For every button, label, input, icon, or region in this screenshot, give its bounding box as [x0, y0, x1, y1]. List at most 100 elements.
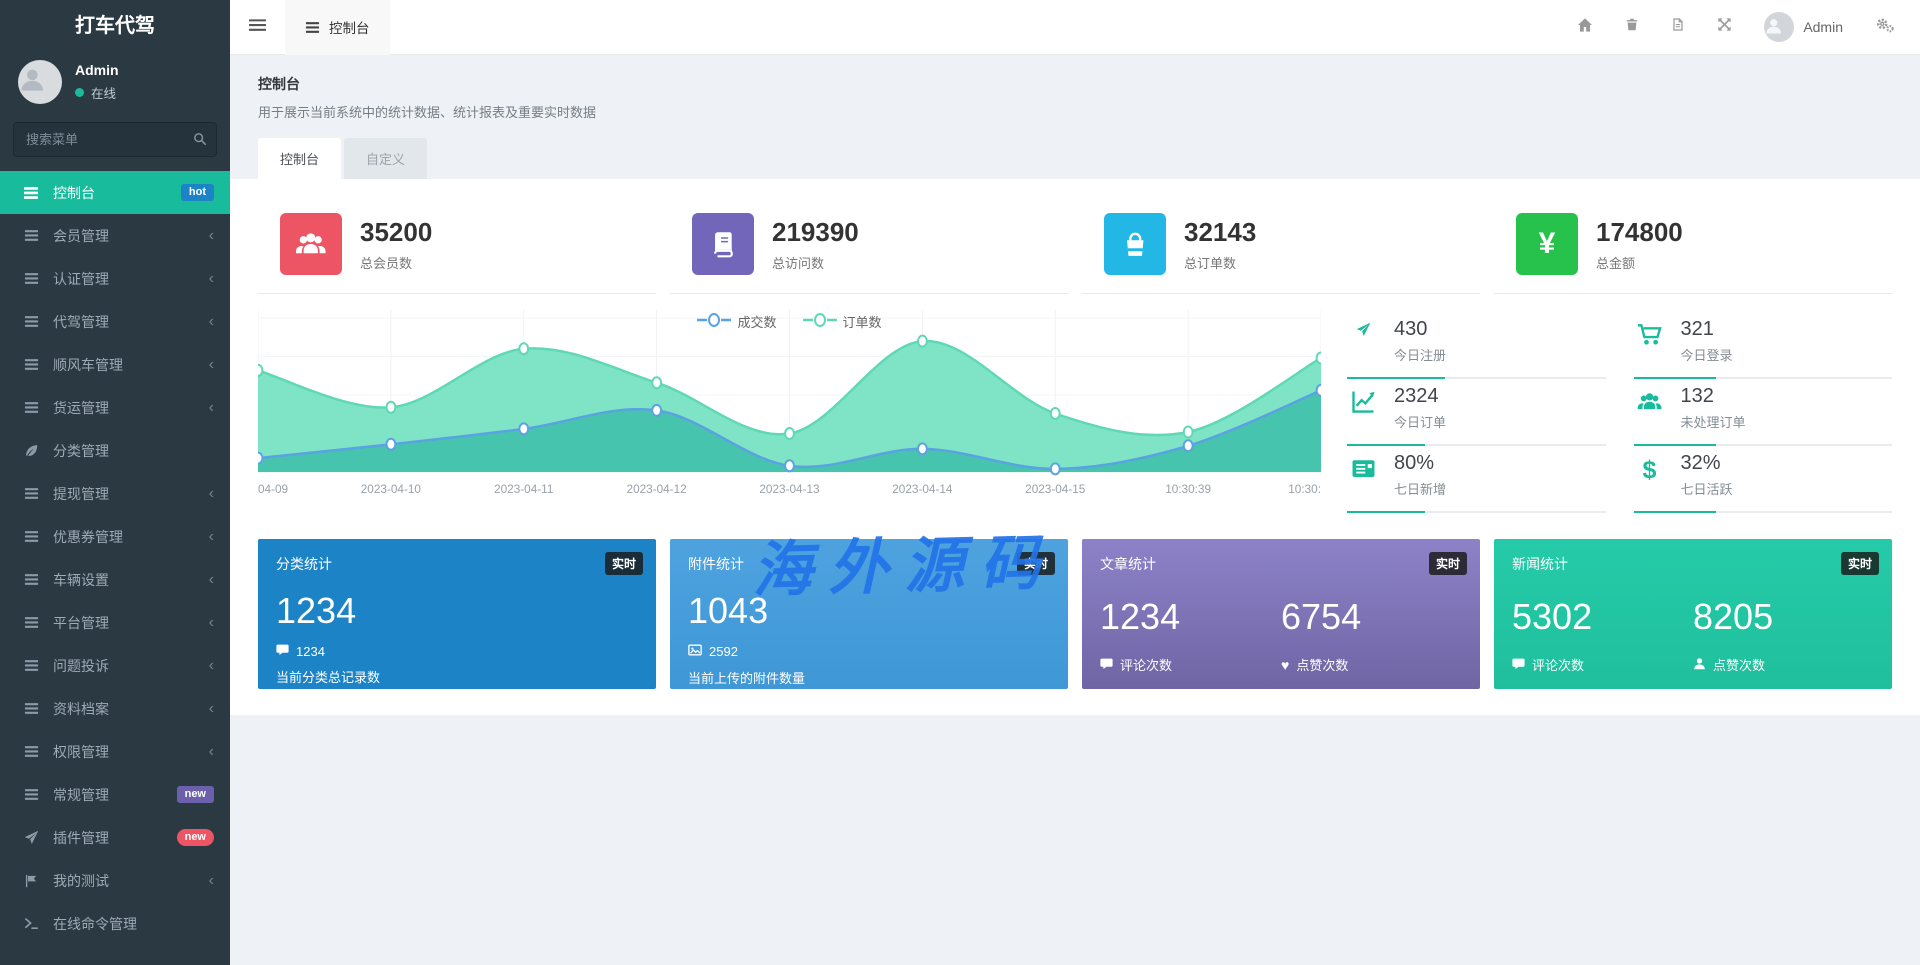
sidebar-toggle-button[interactable]: [230, 18, 285, 37]
mini-stat: 2324今日订单: [1347, 379, 1606, 446]
navbar-user-menu[interactable]: Admin: [1764, 12, 1843, 42]
realtime-badge: 实时: [1017, 552, 1055, 575]
sidebar-item[interactable]: 车辆设置‹: [0, 558, 230, 601]
sidebar: 打车代驾 Admin 在线 控制台hot会员管理‹认证管理‹代驾管理‹顺风车管理…: [0, 0, 230, 965]
stat-cards-row: 35200总会员数219390总访问数32143总订单数¥174800总金额: [244, 201, 1906, 294]
sidebar-item[interactable]: 常规管理new: [0, 773, 230, 816]
dashboard-panel: 35200总会员数219390总访问数32143总订单数¥174800总金额 成…: [230, 179, 1920, 715]
rocket-icon: [22, 830, 40, 845]
sidebar-item[interactable]: 会员管理 ‹: [0, 214, 230, 257]
chevron-left-icon: ‹: [209, 658, 214, 674]
clear-cache-icon[interactable]: [1671, 17, 1685, 37]
chevron-left-icon: ‹: [209, 357, 214, 373]
sidebar-item[interactable]: 平台管理‹: [0, 601, 230, 644]
menu-badge: new: [177, 829, 214, 846]
sidebar-item-label: 顺风车管理: [53, 355, 123, 375]
user-profile[interactable]: Admin 在线: [0, 52, 230, 118]
sidebar-item[interactable]: 提现管理‹: [0, 472, 230, 515]
legend-item[interactable]: 成交数: [697, 312, 776, 331]
sidebar-item[interactable]: 控制台hot: [0, 171, 230, 214]
sidebar-item-label: 会员管理: [53, 226, 109, 246]
sidebar-item[interactable]: 优惠券管理‹: [0, 515, 230, 558]
mini-stat: 132未处理订单: [1634, 379, 1893, 446]
search-input[interactable]: [13, 122, 217, 157]
card-title: 分类统计: [276, 554, 638, 574]
chart-line-icon: [1347, 385, 1379, 414]
list-icon: [22, 228, 40, 243]
article-stats-card: 文章统计 实时 1234 评论次数 6754 ♥点赞次数: [1082, 539, 1480, 689]
legend-marker-icon: [697, 313, 731, 330]
dollar-icon: $: [1634, 452, 1666, 485]
content-tabs: 控制台 自定义: [258, 138, 1892, 179]
sidebar-item-label: 提现管理: [53, 484, 109, 504]
trash-icon[interactable]: [1625, 17, 1639, 37]
sidebar-item[interactable]: 权限管理‹: [0, 730, 230, 773]
card-value: 1234: [276, 590, 638, 632]
list-icon: [305, 20, 320, 35]
sidebar-item[interactable]: 资料档案‹: [0, 687, 230, 730]
sidebar-item[interactable]: 我的测试‹: [0, 859, 230, 902]
mini-stat: 80%七日新增: [1347, 446, 1606, 513]
card-caption: 当前上传的附件数量: [688, 668, 1050, 687]
tab-custom[interactable]: 自定义: [344, 138, 427, 179]
navbar-tab-console[interactable]: 控制台: [285, 0, 390, 55]
sidebar-item-label: 优惠券管理: [53, 527, 123, 547]
sidebar-item[interactable]: 在线命令管理: [0, 902, 230, 945]
sidebar-item-label: 认证管理: [53, 269, 109, 289]
image-icon: [688, 643, 702, 660]
mini-stat-value: 321: [1681, 318, 1733, 341]
sidebar-item-label: 权限管理: [53, 742, 109, 762]
settings-gears-icon[interactable]: [1875, 17, 1894, 38]
mini-stat-progress: [1634, 377, 1893, 379]
newspaper-icon: [1347, 452, 1379, 481]
sidebar-item[interactable]: 顺风车管理 ‹: [0, 343, 230, 386]
sidebar-item[interactable]: 代驾管理‹: [0, 300, 230, 343]
sidebar-item[interactable]: 货运管理‹: [0, 386, 230, 429]
comment-count: 1234: [1100, 596, 1281, 638]
list-icon: [22, 400, 40, 415]
list-icon: [22, 572, 40, 587]
home-icon[interactable]: [1577, 17, 1593, 38]
page-header: 控制台 用于展示当前系统中的统计数据、统计报表及重要实时数据 控制台 自定义: [230, 55, 1920, 179]
stat-value: 219390: [772, 217, 859, 248]
chevron-left-icon: ‹: [209, 314, 214, 330]
mini-stat-value: 32%: [1681, 452, 1733, 475]
sidebar-item[interactable]: 分类管理: [0, 429, 230, 472]
sidebar-item-label: 平台管理: [53, 613, 109, 633]
attachment-stats-card: 附件统计 实时 1043 2592 当前上传的附件数量: [670, 539, 1068, 689]
mini-stat: 430今日注册: [1347, 312, 1606, 379]
mini-stat-label: 今日登录: [1681, 345, 1733, 364]
leaf-icon: [22, 443, 40, 458]
sidebar-item-label: 插件管理: [53, 828, 109, 848]
sidebar-item[interactable]: 插件管理 new: [0, 816, 230, 859]
like-count: 8205: [1693, 596, 1874, 638]
comment-count: 5302: [1512, 596, 1693, 638]
legend-label: 成交数: [737, 312, 776, 331]
list-icon: [22, 787, 40, 802]
users-icon: [280, 213, 342, 275]
sidebar-item[interactable]: 问题投诉 ‹: [0, 644, 230, 687]
mini-stat-label: 七日活跃: [1681, 479, 1733, 498]
main-area: 控制台 Admin 控制台 用于展示当前系统中的统计数据、统计报表及重要实时数据…: [230, 0, 1920, 965]
sidebar-item[interactable]: 认证管理‹: [0, 257, 230, 300]
card-value: 1043: [688, 590, 1050, 632]
tab-console[interactable]: 控制台: [258, 138, 341, 179]
mini-stat-progress: [1634, 444, 1893, 446]
home-icon: [1577, 17, 1593, 38]
app-title: 打车代驾: [0, 0, 230, 52]
category-stats-card: 分类统计 实时 1234 1234 当前分类总记录数: [258, 539, 656, 689]
chevron-left-icon: ‹: [209, 873, 214, 889]
mini-stat: 321 今日登录: [1634, 312, 1893, 379]
chevron-left-icon: ‹: [209, 228, 214, 244]
page-title: 控制台: [258, 74, 1892, 94]
sidebar-item-label: 问题投诉: [53, 656, 109, 676]
search-icon[interactable]: [193, 132, 207, 151]
legend-item[interactable]: 订单数: [803, 312, 882, 331]
person-icon: [18, 65, 62, 99]
stat-value: 174800: [1596, 217, 1683, 248]
mini-stat-progress: [1347, 377, 1606, 379]
stat-value: 32143: [1184, 217, 1256, 248]
sidebar-item-label: 货运管理: [53, 398, 109, 418]
fullscreen-icon[interactable]: [1717, 17, 1732, 37]
heart-icon: ♥: [1281, 657, 1289, 673]
